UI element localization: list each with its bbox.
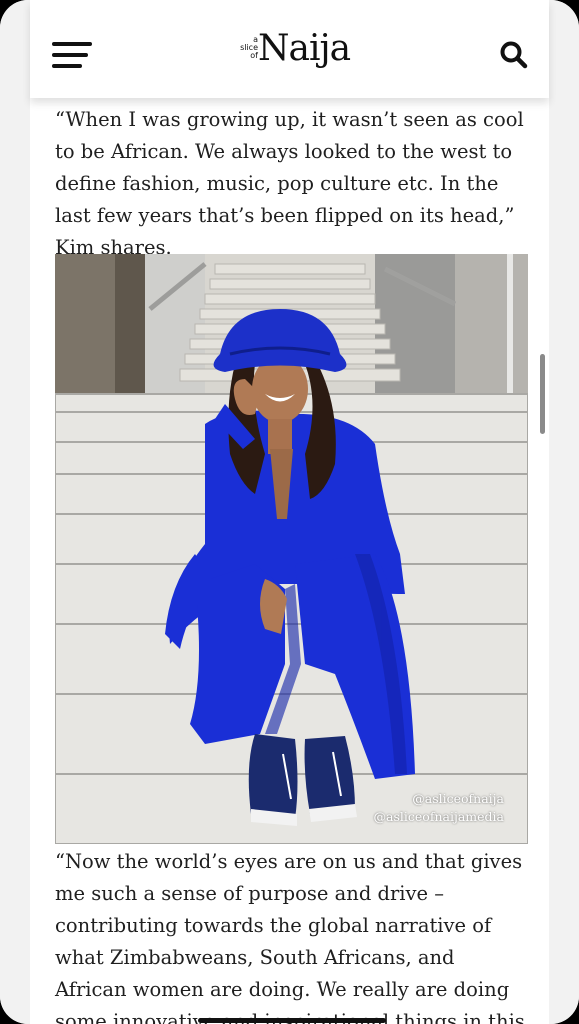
home-indicator[interactable] [198, 1018, 386, 1023]
article-paragraph: “Now the world’s eyes are on us and that… [55, 850, 525, 1024]
search-icon[interactable] [499, 40, 529, 70]
left-gutter [0, 0, 30, 1024]
photo-watermark: @asliceofnaija [412, 791, 504, 806]
article-paragraph: “When I was growing up, it wasn’t seen a… [55, 108, 524, 259]
site-header: a slice of Naija [30, 0, 549, 98]
photo-watermark: @asliceofnaijamedia [373, 809, 504, 824]
site-logo[interactable]: a slice of Naija [230, 28, 351, 76]
hamburger-menu-icon[interactable] [52, 40, 94, 70]
article-photo: @asliceofnaija @asliceofnaijamedia [55, 254, 528, 844]
right-gutter [549, 0, 579, 1024]
scrollbar-thumb[interactable] [540, 354, 545, 434]
app-page: a slice of Naija “When I was growing up,… [0, 0, 579, 1024]
logo-small-text: a slice of [240, 35, 258, 60]
logo-wordmark: Naija [258, 28, 351, 69]
